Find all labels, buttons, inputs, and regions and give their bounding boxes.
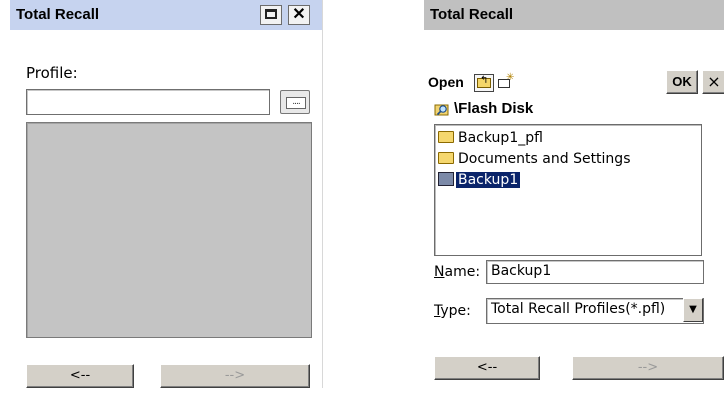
browse-button[interactable]: ....	[280, 90, 310, 114]
profile-input-text[interactable]	[31, 91, 265, 109]
next-button[interactable]: -->	[160, 364, 310, 388]
close-button[interactable]: ×	[702, 70, 724, 94]
total-recall-window-left: Total Recall ✕ Profile: .... <-- -->	[10, 0, 323, 388]
chevron-down-icon[interactable]: ▼	[683, 298, 703, 322]
list-item-file-backup1[interactable]: Backup1	[438, 171, 521, 191]
search-folder-icon	[434, 104, 449, 116]
current-path: \Flash Disk	[454, 100, 534, 117]
profile-input[interactable]	[26, 89, 270, 115]
name-label-text: ame:	[444, 264, 481, 280]
total-recall-window-right: Total Recall Open OK × \Flash Disk Backu…	[424, 0, 724, 388]
list-item-folder-backup1-pfl[interactable]: Backup1_pfl	[438, 129, 545, 149]
back-button[interactable]: <--	[434, 356, 540, 380]
title-bar: Total Recall	[424, 0, 724, 30]
file-icon	[438, 172, 454, 186]
name-label: Name:	[434, 264, 480, 280]
browse-icon: ....	[286, 97, 306, 109]
name-field-text[interactable]	[491, 262, 699, 280]
ok-button[interactable]: OK	[666, 70, 698, 94]
folder-icon	[438, 152, 454, 164]
back-button[interactable]: <--	[26, 364, 134, 388]
list-item-folder-documents-and-settings[interactable]: Documents and Settings	[438, 150, 632, 170]
window-title: Total Recall	[16, 6, 100, 23]
type-label-text: ype:	[440, 303, 471, 319]
folder-icon	[438, 131, 454, 143]
profile-preview-area	[26, 122, 312, 338]
next-button[interactable]: -->	[572, 356, 724, 380]
type-select[interactable]: Total Recall Profiles(*.pfl) ▼	[486, 298, 704, 324]
type-select-value: Total Recall Profiles(*.pfl)	[491, 301, 666, 317]
maximize-icon[interactable]	[260, 5, 282, 25]
open-label: Open	[428, 74, 464, 90]
new-folder-icon[interactable]	[496, 72, 516, 92]
type-label: Type:	[434, 303, 471, 319]
name-label-mnemonic: N	[434, 264, 445, 280]
profile-label: Profile:	[26, 64, 78, 82]
folder-up-icon[interactable]	[474, 74, 494, 92]
window-title: Total Recall	[430, 6, 514, 23]
name-field[interactable]	[486, 260, 704, 284]
close-icon[interactable]: ✕	[288, 5, 310, 25]
title-bar: Total Recall ✕	[10, 0, 322, 30]
file-list[interactable]: Backup1_pfl Documents and Settings Backu…	[434, 124, 702, 256]
